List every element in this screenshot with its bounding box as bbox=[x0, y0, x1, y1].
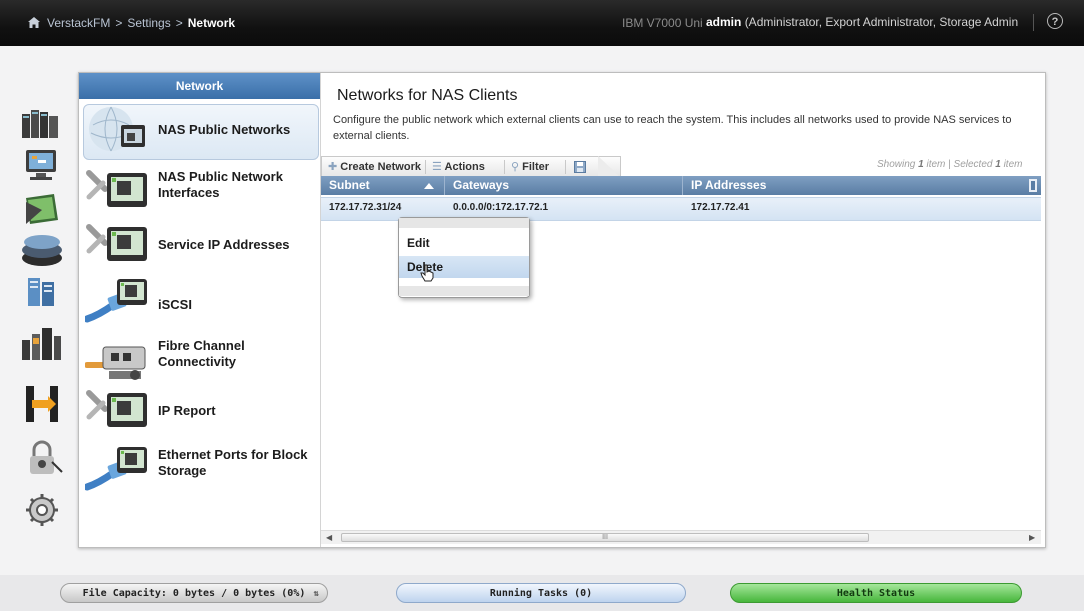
item-count: 1 bbox=[918, 159, 924, 170]
monitoring-icon[interactable] bbox=[18, 146, 66, 186]
create-network-label: Create Network bbox=[340, 161, 421, 173]
health-status-indicator[interactable]: Health Status bbox=[730, 583, 1022, 603]
cell-gateways: 0.0.0.0/0:172.17.72.1 bbox=[453, 202, 549, 213]
menu-bottom-edge bbox=[399, 286, 529, 296]
divider bbox=[1033, 14, 1034, 31]
toolbar-tab-edge bbox=[598, 156, 620, 177]
page-title: Networks for NAS Clients bbox=[337, 87, 518, 104]
filter-button[interactable]: ⚲ Filter bbox=[511, 160, 549, 173]
left-nav bbox=[0, 46, 78, 566]
main-panel: Network NAS Public Networks NAS Public N… bbox=[78, 72, 1046, 548]
create-network-button[interactable]: ✚ Create Network bbox=[328, 160, 421, 173]
menu-item-label: iSCSI bbox=[158, 297, 192, 312]
user-name: admin bbox=[706, 15, 742, 29]
cell-ip-addresses: 172.17.72.41 bbox=[691, 202, 750, 213]
column-header-subnet[interactable]: Subnet bbox=[321, 176, 445, 195]
menu-item-label: NAS Public Network Interfaces bbox=[158, 169, 283, 200]
status-bar: File Capacity: 0 bytes / 0 bytes (0%) ⇅ … bbox=[0, 575, 1084, 611]
breadcrumb-root[interactable]: VerstackFM bbox=[47, 16, 110, 30]
file-capacity-indicator[interactable]: File Capacity: 0 bytes / 0 bytes (0%) ⇅ bbox=[60, 583, 328, 603]
context-menu: Edit Delete bbox=[398, 217, 530, 298]
menu-item-label: NAS Public Networks bbox=[158, 122, 291, 137]
page-description: Configure the public network which exter… bbox=[333, 114, 1012, 142]
security-icon[interactable] bbox=[18, 438, 66, 478]
menu-item-label: Ethernet Ports for Block Storage bbox=[158, 447, 308, 478]
top-bar: VerstackFM > Settings > Network IBM V7000 Un… bbox=[0, 0, 1084, 46]
hand-cursor-icon bbox=[420, 264, 434, 282]
user-roles: (Administrator, Export Administrator, St… bbox=[744, 15, 1018, 29]
actions-label: Actions bbox=[444, 161, 485, 173]
ethernet-port-icon bbox=[85, 447, 147, 491]
column-header-label: Gateways bbox=[453, 178, 510, 192]
access-icon[interactable] bbox=[18, 384, 66, 424]
breadcrumb-separator: > bbox=[115, 16, 123, 30]
menu-item-ip-report[interactable]: IP Report bbox=[79, 381, 320, 439]
search-icon: ⚲ bbox=[511, 161, 520, 173]
menu-item-service-ip-addresses[interactable]: Service IP Addresses bbox=[79, 215, 320, 273]
pools-icon[interactable] bbox=[18, 188, 66, 228]
filter-label: Filter bbox=[522, 161, 550, 173]
breadcrumb-separator: > bbox=[175, 16, 183, 30]
column-header-ip-addresses[interactable]: IP Addresses bbox=[683, 176, 1041, 195]
context-menu-delete[interactable]: Delete bbox=[399, 256, 529, 278]
divider bbox=[504, 160, 505, 174]
divider bbox=[565, 160, 566, 174]
menu-item-nas-public-network-interfaces[interactable]: NAS Public Network Interfaces bbox=[79, 163, 320, 221]
menu-item-nas-public-networks[interactable]: NAS Public Networks bbox=[79, 101, 320, 160]
save-icon[interactable] bbox=[574, 161, 586, 173]
network-menu: Network NAS Public Networks NAS Public N… bbox=[79, 73, 321, 547]
iscsi-cable-icon bbox=[85, 279, 147, 323]
menu-item-iscsi[interactable]: iSCSI bbox=[79, 271, 320, 329]
service-ip-icon bbox=[86, 224, 147, 261]
showing-suffix: item bbox=[1003, 159, 1023, 170]
selected-count: 1 bbox=[995, 159, 1001, 170]
menu-item-label: Fibre Channel Connectivity bbox=[158, 338, 245, 369]
scroll-thumb[interactable]: III bbox=[341, 533, 869, 542]
volumes-icon[interactable] bbox=[18, 230, 66, 270]
actions-button[interactable]: ☰ Actions bbox=[432, 160, 485, 173]
plus-icon: ✚ bbox=[328, 161, 338, 173]
user-info[interactable]: admin (Administrator, Export Administrat… bbox=[706, 15, 1018, 29]
home-icon[interactable] bbox=[28, 17, 40, 28]
breadcrumb: VerstackFM > Settings > Network bbox=[47, 16, 235, 30]
showing-count: Showing 1 item | Selected 1 item bbox=[877, 159, 1022, 170]
copy-services-icon[interactable] bbox=[18, 324, 66, 364]
scroll-right-icon[interactable]: ▶ bbox=[1029, 533, 1035, 542]
menu-item-ethernet-ports-for-block-storage[interactable]: Ethernet Ports for Block Storage bbox=[79, 439, 320, 497]
menu-header: Network bbox=[79, 73, 320, 99]
breadcrumb-settings[interactable]: Settings bbox=[127, 16, 170, 30]
nas-network-icon bbox=[89, 106, 145, 152]
grid-toolbar: ✚ Create Network ☰ Actions ⚲ Filter bbox=[321, 156, 621, 177]
column-header-gateways[interactable]: Gateways bbox=[445, 176, 683, 195]
column-picker-icon[interactable] bbox=[1029, 179, 1037, 192]
sort-ascending-icon bbox=[424, 183, 434, 189]
menu-item-label: IP Report bbox=[158, 403, 216, 418]
showing-mid: item | Selected bbox=[926, 159, 993, 170]
showing-prefix: Showing bbox=[877, 159, 916, 170]
help-icon[interactable]: ? bbox=[1047, 13, 1063, 29]
content-area: Networks for NAS Clients Configure the p… bbox=[321, 73, 1045, 547]
running-tasks-indicator[interactable]: Running Tasks (0) bbox=[396, 583, 686, 603]
settings-icon[interactable] bbox=[18, 490, 66, 530]
fibre-channel-icon bbox=[85, 346, 146, 380]
breadcrumb-current: Network bbox=[187, 16, 236, 30]
system-name: IBM V7000 Uni bbox=[622, 16, 703, 30]
column-header-label: Subnet bbox=[329, 178, 370, 192]
horizontal-scrollbar[interactable]: ◀ III ▶ bbox=[321, 530, 1041, 544]
hosts-icon[interactable] bbox=[18, 272, 66, 312]
ip-report-icon bbox=[86, 390, 147, 427]
cell-subnet: 172.17.72.31/24 bbox=[329, 202, 402, 213]
divider bbox=[425, 160, 426, 174]
file-capacity-label: File Capacity: 0 bytes / 0 bytes (0%) bbox=[82, 588, 306, 599]
overview-icon[interactable] bbox=[18, 104, 66, 144]
column-header-label: IP Addresses bbox=[691, 178, 767, 192]
scroll-left-icon[interactable]: ◀ bbox=[326, 533, 332, 542]
menu-item-label: Service IP Addresses bbox=[158, 237, 290, 252]
list-icon: ☰ bbox=[432, 161, 442, 173]
expand-arrows-icon[interactable]: ⇅ bbox=[314, 584, 319, 604]
context-menu-edit[interactable]: Edit bbox=[399, 232, 529, 254]
nas-interfaces-icon bbox=[86, 170, 147, 207]
menu-top-edge bbox=[399, 218, 529, 228]
